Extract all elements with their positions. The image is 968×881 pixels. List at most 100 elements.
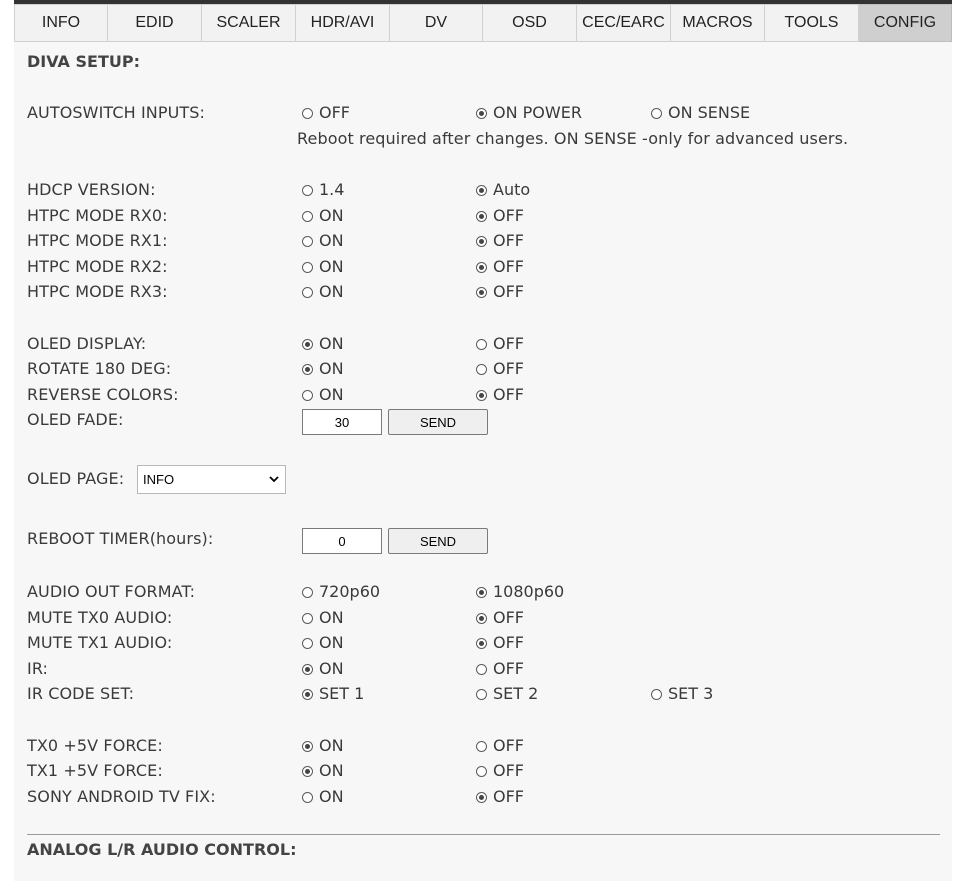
oled-fade-label: OLED FADE:: [27, 410, 124, 429]
setting-label: IR:: [27, 659, 49, 678]
setting-radio-option[interactable]: OFF: [476, 787, 524, 807]
setting-radio-option[interactable]: ON: [302, 736, 344, 756]
setting-label: IR CODE SET:: [27, 684, 135, 703]
setting-label: AUDIO OUT FORMAT:: [27, 582, 196, 601]
setting-radio-option[interactable]: 1080p60: [476, 582, 564, 602]
radio-icon: [476, 184, 487, 196]
setting-radio-option[interactable]: 720p60: [302, 582, 380, 602]
setting-label: SONY ANDROID TV FIX:: [27, 787, 216, 806]
setting-radio-option[interactable]: OFF: [476, 659, 524, 679]
option-label: OFF: [493, 608, 524, 627]
setting-label: OLED DISPLAY:: [27, 334, 147, 353]
setting-radio-option[interactable]: ON: [302, 231, 344, 251]
setting-radio-option[interactable]: OFF: [476, 282, 524, 302]
autoswitch-on-sense-radio[interactable]: ON SENSE: [651, 103, 750, 123]
oled-fade-input[interactable]: [302, 409, 382, 435]
option-label: 1.4: [319, 180, 345, 199]
radio-icon: [476, 791, 487, 803]
setting-radio-option[interactable]: ON: [302, 206, 344, 226]
radio-icon: [302, 740, 313, 752]
option-label: SET 2: [493, 684, 539, 703]
oled-page-label: OLED PAGE:: [27, 469, 125, 488]
radio-icon: [476, 107, 487, 119]
option-label: ON: [319, 633, 344, 652]
radio-icon: [476, 663, 487, 675]
radio-icon: [302, 338, 313, 350]
setting-radio-option[interactable]: ON: [302, 633, 344, 653]
setting-radio-option[interactable]: 1.4: [302, 180, 344, 200]
setting-radio-option[interactable]: ON: [302, 608, 344, 628]
tab-macros[interactable]: MACROS: [671, 4, 765, 42]
setting-radio-option[interactable]: OFF: [476, 359, 524, 379]
radio-icon: [476, 261, 487, 273]
radio-icon: [476, 688, 487, 700]
tab-info[interactable]: INFO: [14, 4, 108, 42]
tab-cec-earc[interactable]: CEC/EARC: [577, 4, 671, 42]
radio-icon: [302, 286, 313, 298]
setting-radio-option[interactable]: OFF: [476, 761, 524, 781]
setting-radio-option[interactable]: ON: [302, 659, 344, 679]
autoswitch-note: Reboot required after changes. ON SENSE …: [297, 129, 849, 148]
setting-radio-option[interactable]: SET 3: [651, 684, 713, 704]
option-label: ON: [319, 282, 344, 301]
option-label: ON: [319, 257, 344, 276]
tab-edid[interactable]: EDID: [108, 4, 202, 42]
setting-radio-option[interactable]: ON: [302, 359, 344, 379]
reboot-timer-input[interactable]: [302, 528, 382, 554]
tab-dv[interactable]: DV: [390, 4, 483, 42]
setting-radio-option[interactable]: OFF: [476, 257, 524, 277]
setting-radio-option[interactable]: OFF: [476, 736, 524, 756]
setting-radio-option[interactable]: OFF: [476, 206, 524, 226]
option-label: OFF: [493, 761, 524, 780]
tab-osd[interactable]: OSD: [483, 4, 577, 42]
option-label: OFF: [493, 736, 524, 755]
radio-icon: [476, 286, 487, 298]
option-label: Auto: [493, 180, 531, 199]
setting-label: HTPC MODE RX0:: [27, 206, 168, 225]
setting-radio-option[interactable]: OFF: [476, 608, 524, 628]
radio-icon: [302, 363, 313, 375]
setting-radio-option[interactable]: ON: [302, 257, 344, 277]
option-label: OFF: [493, 359, 524, 378]
oled-page-select[interactable]: INFO: [137, 465, 286, 494]
option-label: OFF: [493, 787, 524, 806]
setting-radio-option[interactable]: ON: [302, 787, 344, 807]
setting-radio-option[interactable]: OFF: [476, 334, 524, 354]
tab-tools[interactable]: TOOLS: [765, 4, 859, 42]
tab-scaler[interactable]: SCALER: [202, 4, 296, 42]
radio-icon: [476, 740, 487, 752]
setting-radio-option[interactable]: OFF: [476, 385, 524, 405]
tab-hdr-avi[interactable]: HDR/AVI: [296, 4, 390, 42]
setting-radio-option[interactable]: OFF: [476, 633, 524, 653]
setting-radio-option[interactable]: ON: [302, 761, 344, 781]
option-label: OFF: [493, 257, 524, 276]
radio-icon: [476, 389, 487, 401]
setting-radio-option[interactable]: ON: [302, 385, 344, 405]
setting-radio-option[interactable]: SET 1: [302, 684, 364, 704]
option-label: ON: [319, 659, 344, 678]
radio-icon: [476, 235, 487, 247]
reboot-timer-send-button[interactable]: SEND: [388, 528, 488, 554]
radio-icon: [476, 363, 487, 375]
radio-icon: [302, 637, 313, 649]
option-label: SET 1: [319, 684, 365, 703]
setting-radio-option[interactable]: SET 2: [476, 684, 538, 704]
autoswitch-off-radio[interactable]: OFF: [302, 103, 350, 123]
radio-icon: [302, 184, 313, 196]
radio-icon: [476, 210, 487, 222]
setting-label: TX1 +5V FORCE:: [27, 761, 163, 780]
autoswitch-on-power-radio[interactable]: ON POWER: [476, 103, 582, 123]
oled-fade-send-button[interactable]: SEND: [388, 409, 488, 435]
option-label: ON: [319, 385, 344, 404]
radio-icon: [302, 210, 313, 222]
radio-icon: [302, 389, 313, 401]
setting-radio-option[interactable]: OFF: [476, 231, 524, 251]
setting-radio-option[interactable]: Auto: [476, 180, 530, 200]
setting-label: HTPC MODE RX1:: [27, 231, 168, 250]
setting-label: HTPC MODE RX3:: [27, 282, 168, 301]
tab-config[interactable]: CONFIG: [859, 4, 952, 42]
radio-icon: [651, 688, 662, 700]
setting-label: HDCP VERSION:: [27, 180, 156, 199]
setting-radio-option[interactable]: ON: [302, 334, 344, 354]
setting-radio-option[interactable]: ON: [302, 282, 344, 302]
